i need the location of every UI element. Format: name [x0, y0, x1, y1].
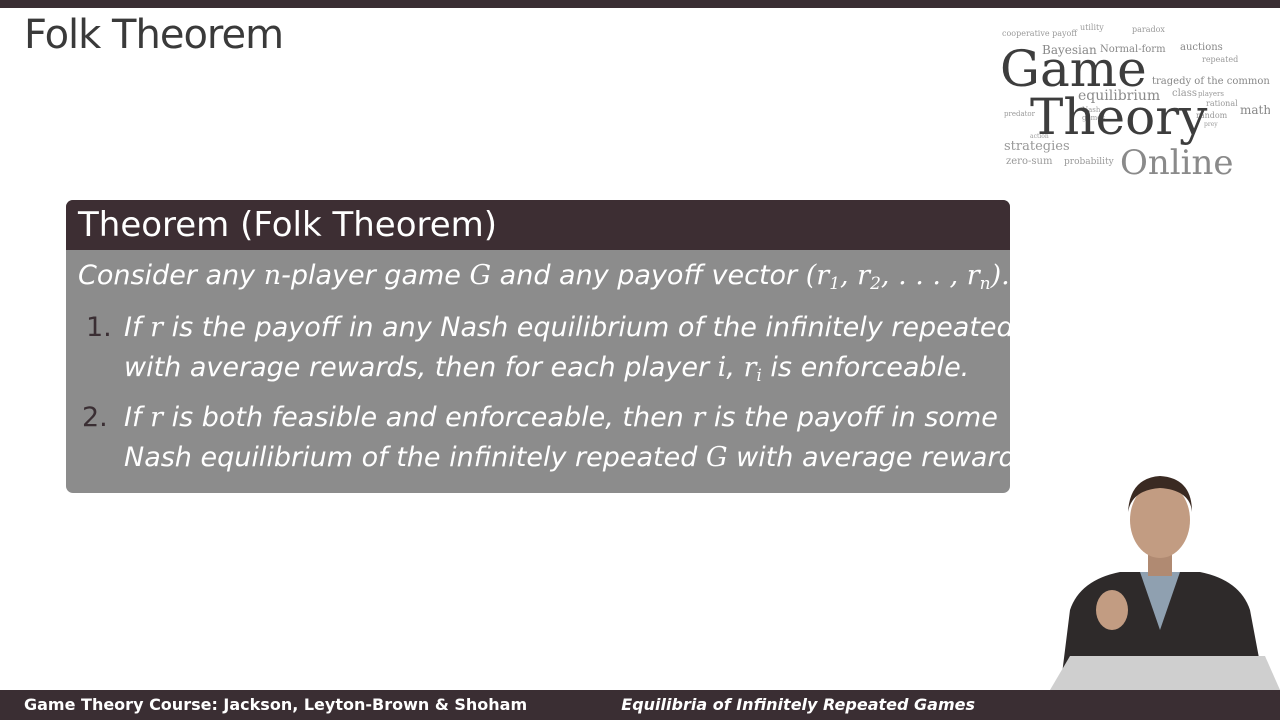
- logo-cloud-word: repeated: [1202, 55, 1238, 64]
- list-item-number: 2.: [82, 402, 108, 433]
- math-subscript: 1: [829, 274, 841, 294]
- math-r: r: [150, 312, 163, 343]
- math-vector: (r: [805, 260, 830, 291]
- intro-text: and any payoff vector: [491, 260, 806, 291]
- logo-cloud-word: utility: [1080, 23, 1104, 32]
- item-text: with average rewards.: [727, 442, 1010, 473]
- logo-cloud-word: paradox: [1132, 25, 1165, 34]
- lectern: [1050, 656, 1280, 690]
- math-G: G: [705, 442, 728, 473]
- math-vector: , . . . , r: [880, 260, 980, 291]
- item-text: Nash equilibrium of the infinitely repea…: [124, 442, 706, 473]
- item-text: with average rewards, then for each play…: [124, 352, 718, 383]
- intro-text: Consider any: [78, 260, 264, 291]
- logo-cloud-word: tragedy of the commons: [1152, 76, 1270, 87]
- slide-title: Folk Theorem: [24, 12, 284, 58]
- math-n: n: [263, 260, 282, 291]
- theorem-card: Theorem (Folk Theorem) Consider any n-pl…: [66, 200, 1010, 493]
- list-item-2-line-2: Nash equilibrium of the infinitely repea…: [124, 442, 1010, 473]
- theorem-body: Consider any n-player game G and any pay…: [66, 250, 1010, 493]
- intro-text: -player game: [281, 260, 470, 291]
- logo-word-theory: Theory: [1030, 88, 1208, 146]
- top-bar: [0, 0, 1280, 8]
- logo-cloud-word: math: [1240, 103, 1270, 117]
- math-vector: ).: [990, 260, 1010, 291]
- logo-cloud-word: cooperative payoff: [1002, 29, 1078, 38]
- game-theory-online-logo: cooperative payoff utility paradox Bayes…: [1000, 23, 1270, 182]
- list-item-2-line-1: If r is both feasible and enforceable, t…: [124, 402, 998, 433]
- theorem-heading: Theorem (Folk Theorem): [78, 205, 498, 245]
- logo-cloud-word: auctions: [1180, 42, 1223, 53]
- logo-cloud-word: zero-sum: [1006, 156, 1053, 167]
- item-text: ,: [726, 352, 744, 383]
- math-subscript: n: [979, 274, 991, 294]
- math-vector: , r: [840, 260, 871, 291]
- item-text: is the payoff in any Nash equilibrium of…: [162, 312, 1010, 343]
- logo-cloud-word: probability: [1064, 157, 1115, 167]
- math-subscript: 2: [870, 274, 881, 294]
- math-r: r: [692, 402, 706, 433]
- footer-course-credit: Game Theory Course: Jackson, Leyton-Brow…: [24, 695, 528, 714]
- item-text: is both feasible and enforceable, then: [162, 402, 693, 433]
- item-text: is the payoff in some: [705, 402, 998, 433]
- presenter-hand: [1096, 590, 1128, 630]
- theorem-header: Theorem (Folk Theorem): [66, 200, 1010, 250]
- item-text: is enforceable.: [761, 352, 970, 383]
- math-G: G: [469, 260, 492, 291]
- logo-word-online: Online: [1120, 143, 1234, 182]
- math-r: r: [150, 402, 163, 433]
- footer-lecture-title: Equilibria of Infinitely Repeated Games: [621, 695, 975, 714]
- footer-bar: Game Theory Course: Jackson, Leyton-Brow…: [0, 690, 1280, 720]
- list-item-number: 1.: [86, 312, 112, 343]
- item-text: If: [124, 312, 151, 343]
- item-text: If: [124, 402, 151, 433]
- list-item-1-line-2: with average rewards, then for each play…: [124, 352, 969, 386]
- logo-cloud-word: rational: [1206, 99, 1238, 108]
- list-item-1-line-1: If r is the payoff in any Nash equilibri…: [124, 312, 1010, 343]
- theorem-intro: Consider any n-player game G and any pay…: [78, 260, 1010, 294]
- math-r: r: [743, 352, 757, 383]
- presenter-video: [1050, 476, 1280, 690]
